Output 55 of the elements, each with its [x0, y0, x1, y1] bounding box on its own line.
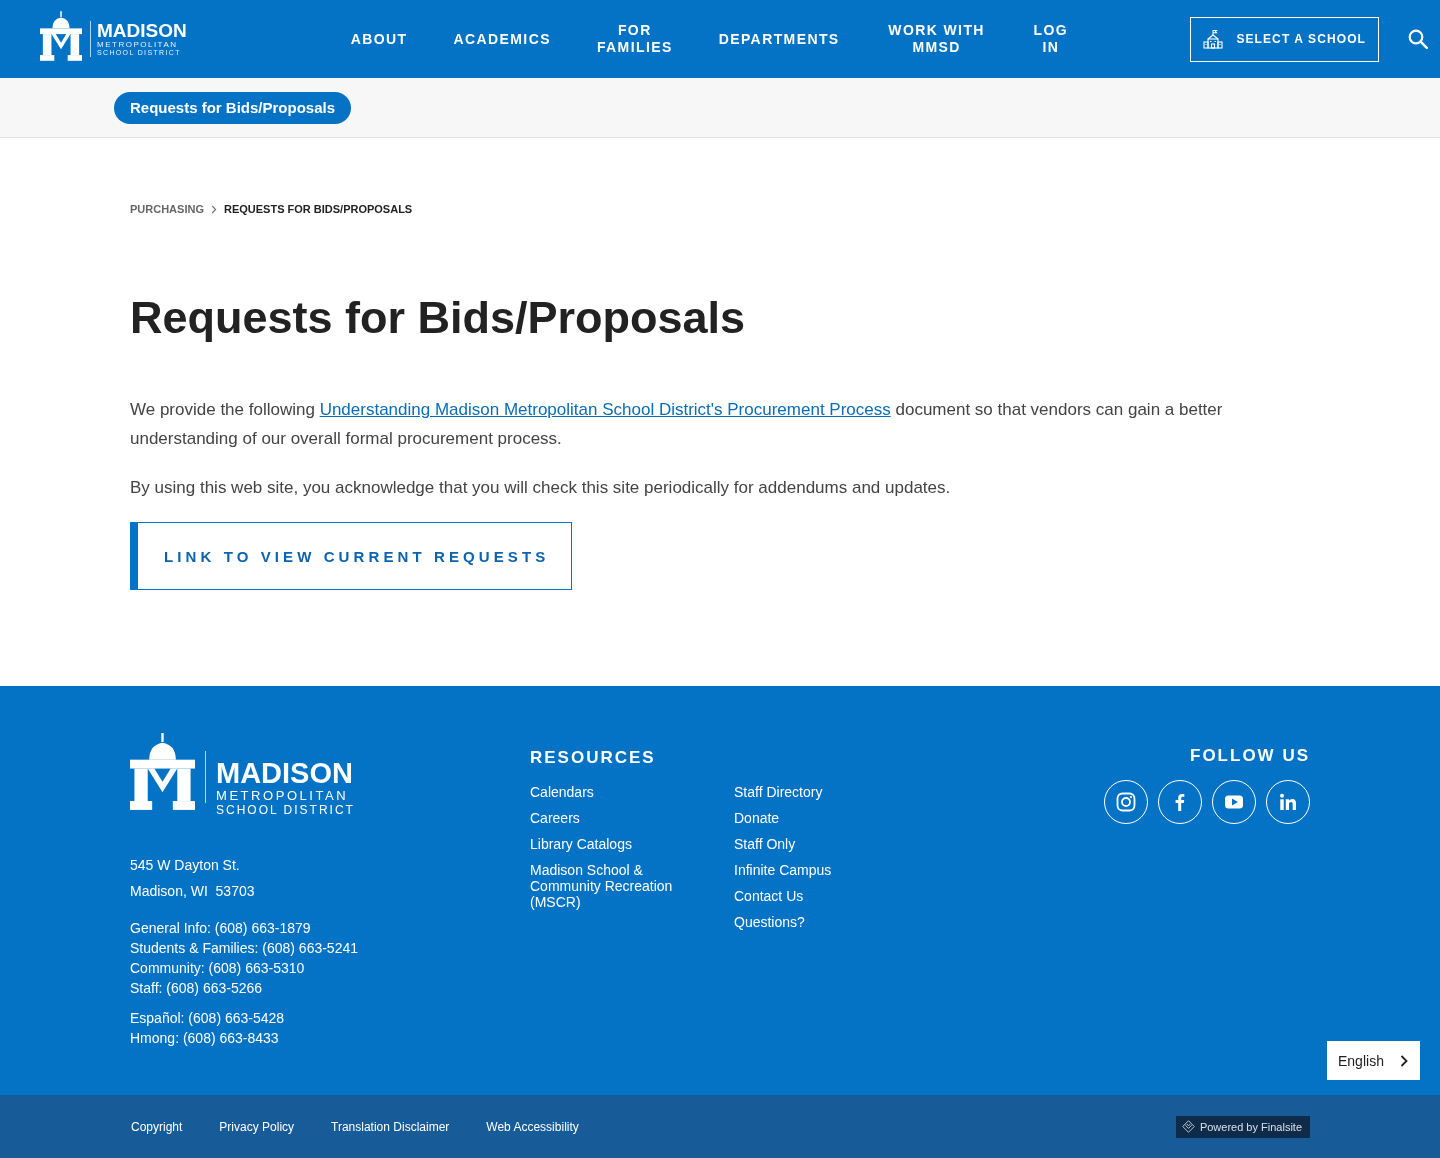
footer-link[interactable]: Contact Us: [734, 888, 804, 904]
footer-link[interactable]: Donate: [734, 810, 780, 826]
select-school-button[interactable]: SELECT A SCHOOL: [1190, 16, 1379, 62]
nav-link[interactable]: WORK WITH MMSD: [885, 22, 988, 56]
phone-number-text: Students & Families: (608) 663-5241: [130, 939, 359, 958]
phone-number-text: General Info: (608) 663-1879: [130, 919, 312, 938]
breadcrumb-link[interactable]: PURCHASING: [130, 203, 204, 216]
body-paragraph: By using this web site, you acknowledge that you will check this site periodically for addendums and updates.: [130, 477, 952, 499]
phone-number-text: Hmong: (608) 663-8433: [130, 1029, 280, 1048]
logo-wordmark: MADISON: [97, 21, 187, 40]
logo-wordmark: MADISON: [216, 758, 354, 788]
follow-us-heading: FOLLOW US: [1190, 745, 1310, 767]
footer-link[interactable]: Staff Directory: [734, 784, 823, 800]
instagram-icon: [1116, 792, 1136, 812]
dome-letter-m-icon: [130, 733, 195, 810]
footer-link[interactable]: Infinite Campus: [734, 862, 832, 878]
linkedin-icon: [1278, 792, 1298, 812]
nav-link[interactable]: FOR FAMILIES: [596, 22, 673, 56]
footer-link[interactable]: Calendars: [530, 784, 594, 800]
phone-number-text: Staff: (608) 663-5266: [130, 979, 264, 998]
phone-number-text: Community: (608) 663-5310: [130, 959, 306, 978]
school-building-icon: [1203, 29, 1224, 49]
layered-diamond-icon: [1181, 1120, 1195, 1133]
procurement-process-link[interactable]: Understanding Madison Metropolitan School District's Procurement Process: [319, 400, 891, 419]
legal-link[interactable]: Translation Disclaimer: [331, 1119, 450, 1134]
address-line: Madison, WI 53703: [130, 882, 256, 901]
footer-link[interactable]: Careers: [530, 810, 580, 826]
phone-number-text: Español: (608) 663-5428: [130, 1009, 286, 1028]
footer-link[interactable]: Library Catalogs: [530, 836, 632, 852]
address-line: 545 W Dayton St.: [130, 856, 241, 875]
powered-by-badge[interactable]: Powered by Finalsite: [1175, 1115, 1310, 1138]
subnav-tab[interactable]: Requests for Bids/Proposals: [114, 91, 352, 124]
logo-tagline: METROPOLITAN: [216, 788, 350, 803]
legal-link[interactable]: Privacy Policy: [219, 1119, 295, 1134]
dome-letter-m-icon[interactable]: [40, 11, 82, 61]
body-paragraph: We provide the following Understanding Madison Metropolitan School District's Procurement Process document so that vendors can gain a better understanding of our overall formal procurement process.: [130, 399, 1224, 450]
logo-tagline: METROPOLITAN: [97, 40, 179, 49]
view-requests-button[interactable]: LINK TO VIEW CURRENT REQUESTS: [130, 522, 573, 590]
footer-link[interactable]: Questions?: [734, 914, 805, 930]
nav-link[interactable]: ABOUT: [350, 30, 408, 48]
legal-link[interactable]: Copyright: [131, 1119, 183, 1134]
nav-link[interactable]: LOG IN: [1033, 22, 1069, 56]
footer-link[interactable]: Madison School & Community Recreation (MSCR): [530, 862, 680, 910]
search-icon[interactable]: [1408, 29, 1428, 49]
legal-link[interactable]: Web Accessibility: [486, 1119, 579, 1134]
nav-link[interactable]: DEPARTMENTS: [718, 30, 840, 48]
language-selector[interactable]: English: [1327, 1041, 1420, 1080]
nav-link[interactable]: ACADEMICS: [453, 30, 551, 48]
chevron-right-icon: [1400, 1054, 1408, 1067]
page-title: Requests for Bids/Proposals: [130, 291, 747, 345]
resources-heading: RESOURCES: [530, 747, 656, 769]
logo-tagline: SCHOOL DISTRICT: [216, 803, 355, 817]
chevron-icon: [210, 205, 217, 214]
footer-link[interactable]: Staff Only: [734, 836, 796, 852]
breadcrumb-current-page: REQUESTS FOR BIDS/PROPOSALS: [223, 203, 413, 216]
